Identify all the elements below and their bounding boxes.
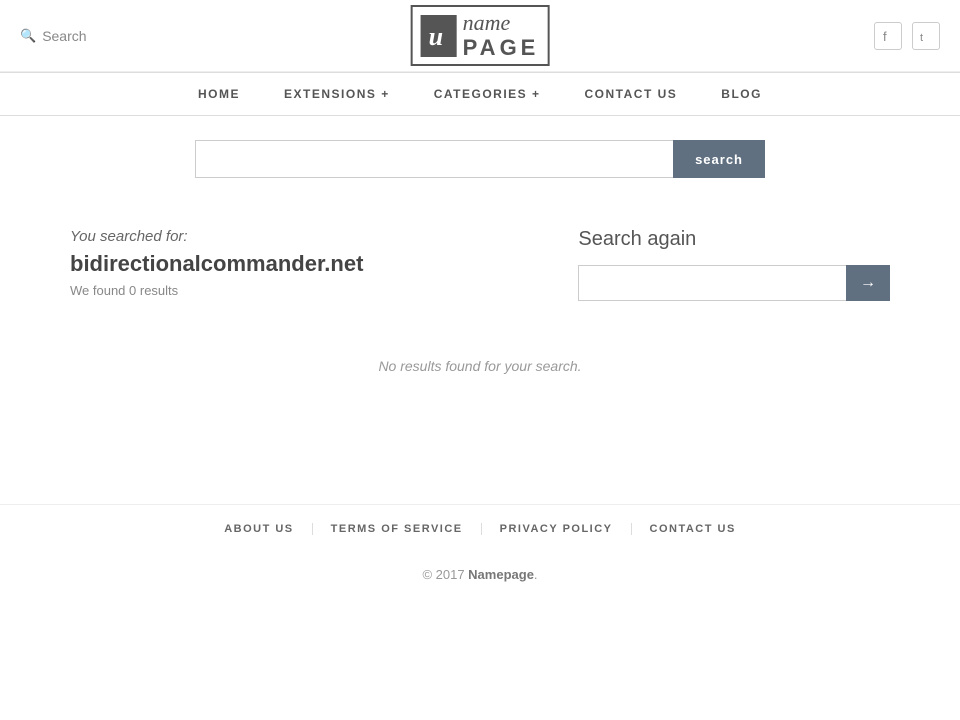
footer-nav-contact[interactable]: CONTACT US (632, 523, 754, 535)
footer-nav-about[interactable]: ABOUT US (206, 523, 312, 535)
logo-box: u name PAGE (411, 5, 550, 65)
header-search-label: Search (42, 28, 86, 44)
copyright-suffix: . (534, 567, 538, 582)
copyright-text: © 2017 (422, 567, 468, 582)
results-count: We found 0 results (70, 283, 521, 298)
facebook-icon[interactable]: f (874, 22, 902, 50)
search-bar: search (195, 140, 765, 178)
search-section: search (0, 116, 960, 198)
header-social: f t (874, 22, 940, 50)
header-search[interactable]: 🔍 Search (20, 28, 87, 44)
copyright-brand: Namepage (468, 567, 534, 582)
search-again-input[interactable] (578, 265, 846, 301)
nav-item-blog[interactable]: BLOG (699, 73, 784, 115)
twitter-icon[interactable]: t (912, 22, 940, 50)
search-input[interactable] (195, 140, 673, 178)
main-content: You searched for: bidirectionalcommander… (30, 198, 930, 444)
search-icon: 🔍 (20, 28, 36, 44)
footer-nav-terms[interactable]: TERMS OF SERVICE (313, 523, 482, 535)
main-nav: HOME EXTENSIONS + CATEGORIES + CONTACT U… (0, 72, 960, 116)
search-term: bidirectionalcommander.net (70, 251, 521, 277)
nav-item-categories[interactable]: CATEGORIES + (412, 73, 563, 115)
footer: ABOUT US TERMS OF SERVICE PRIVACY POLICY… (0, 504, 960, 612)
logo-text: name PAGE (463, 11, 540, 59)
svg-text:u: u (429, 22, 443, 51)
search-results-left: You searched for: bidirectionalcommander… (70, 228, 521, 318)
search-again-title: Search again (578, 228, 890, 251)
svg-text:f: f (883, 29, 887, 43)
header: 🔍 Search u name PAGE f t (0, 0, 960, 72)
search-again-button[interactable]: → (846, 265, 890, 301)
footer-nav-privacy[interactable]: PRIVACY POLICY (482, 523, 632, 535)
footer-nav: ABOUT US TERMS OF SERVICE PRIVACY POLICY… (0, 504, 960, 553)
no-results-message: No results found for your search. (70, 318, 890, 414)
svg-text:t: t (920, 32, 923, 43)
logo-name: name (463, 11, 540, 35)
logo-page: PAGE (463, 36, 540, 60)
nav-item-home[interactable]: HOME (176, 73, 262, 115)
you-searched-label: You searched for: (70, 228, 521, 245)
copyright: © 2017 Namepage. (0, 553, 960, 612)
logo[interactable]: u name PAGE (411, 5, 550, 65)
search-button[interactable]: search (673, 140, 765, 178)
search-again: Search again → (578, 228, 890, 301)
nav-item-contact[interactable]: CONTACT US (563, 73, 700, 115)
nav-item-extensions[interactable]: EXTENSIONS + (262, 73, 412, 115)
search-again-form: → (578, 265, 890, 301)
logo-icon: u (421, 15, 457, 57)
